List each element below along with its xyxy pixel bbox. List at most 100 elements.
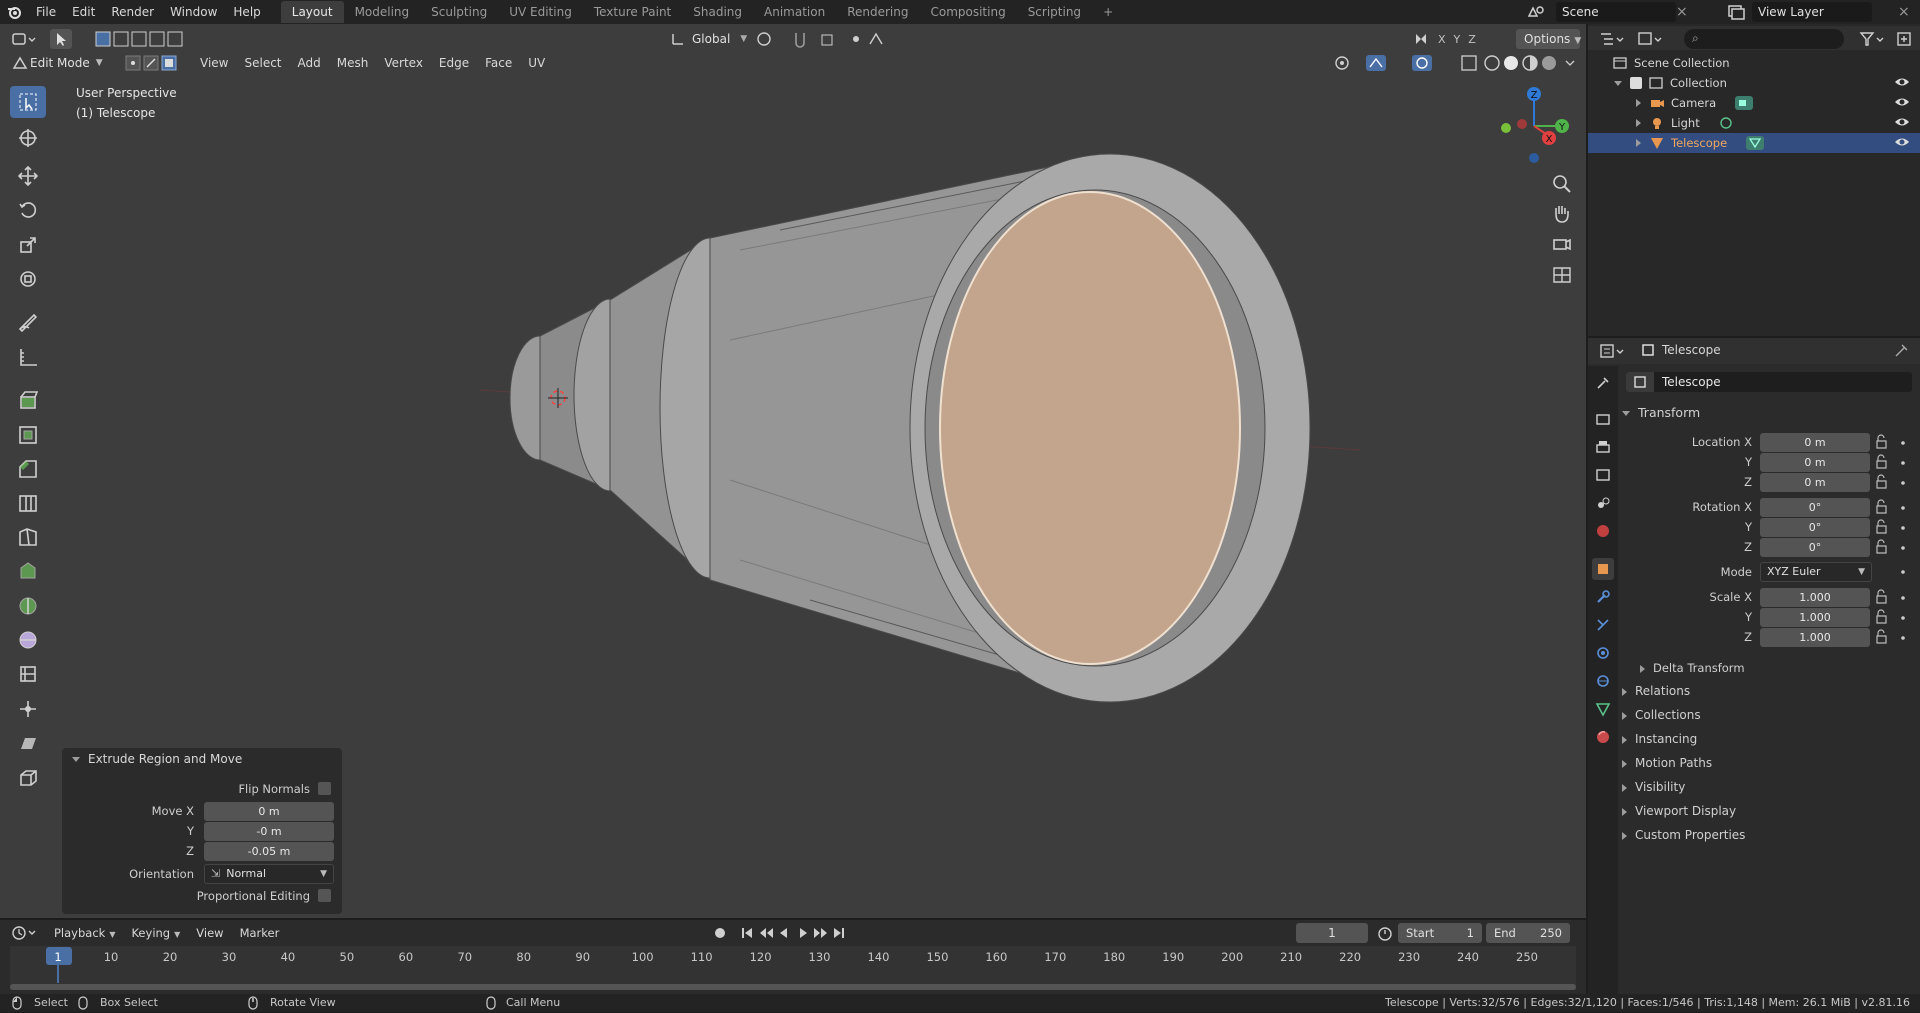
ortho-grid-icon[interactable]: [1548, 260, 1576, 288]
filter-icon[interactable]: [1858, 29, 1888, 49]
move-z-field[interactable]: -0.05 m: [204, 842, 334, 861]
select-box-tool[interactable]: [10, 86, 46, 118]
lock-icons[interactable]: [1874, 433, 1914, 649]
properties-editor-type-icon[interactable]: [1598, 341, 1628, 361]
tool-select-icon[interactable]: [50, 29, 72, 49]
options-dropdown[interactable]: Options ▼: [1516, 29, 1581, 49]
bevel-tool[interactable]: [10, 453, 46, 485]
location-x-field[interactable]: 0 m: [1760, 433, 1870, 452]
scale-x-field[interactable]: 1.000: [1760, 588, 1870, 607]
menu-edge[interactable]: Edge: [431, 53, 477, 73]
inset-tool[interactable]: [10, 419, 46, 451]
view-layer-close-icon[interactable]: ×: [1898, 4, 1910, 20]
tab-sculpting[interactable]: Sculpting: [420, 1, 498, 23]
eye-icon[interactable]: [1894, 75, 1910, 92]
menu-edit[interactable]: Edit: [64, 0, 103, 24]
location-y-field[interactable]: 0 m: [1760, 453, 1870, 472]
move-tool[interactable]: [10, 160, 46, 192]
move-x-field[interactable]: 0 m: [204, 802, 334, 821]
extrude-tool[interactable]: [10, 384, 46, 416]
output-properties-tab[interactable]: [1592, 436, 1614, 458]
playback-controls[interactable]: [710, 924, 860, 942]
knife-tool[interactable]: [10, 521, 46, 553]
navigation-gizmo[interactable]: Z Y X: [1494, 86, 1574, 166]
shrink-fatten-tool[interactable]: [10, 693, 46, 725]
eye-icon[interactable]: [1894, 95, 1910, 112]
eye-icon[interactable]: [1894, 135, 1910, 152]
outliner-row-collection[interactable]: Collection: [1614, 74, 1914, 92]
timeline-editor-type-icon[interactable]: [10, 924, 40, 942]
end-frame-field[interactable]: End 250: [1486, 923, 1570, 943]
tab-scripting[interactable]: Scripting: [1017, 1, 1092, 23]
pin-icon[interactable]: [1894, 342, 1910, 361]
outliner-row-light[interactable]: Light: [1636, 114, 1916, 132]
scale-tool[interactable]: [10, 229, 46, 261]
outliner-search-input[interactable]: ⌕: [1684, 29, 1844, 49]
operator-panel-header[interactable]: Extrude Region and Move: [72, 752, 242, 766]
pivot-snap-icons[interactable]: [752, 29, 892, 49]
physics-properties-tab[interactable]: [1592, 642, 1614, 664]
select-mode-icons[interactable]: [94, 29, 184, 49]
viewport-display-panel[interactable]: Viewport Display: [1622, 804, 1736, 818]
tab-modeling[interactable]: Modeling: [344, 1, 421, 23]
menu-file[interactable]: File: [28, 0, 64, 24]
location-z-field[interactable]: 0 m: [1760, 473, 1870, 492]
outliner-row-telescope-content[interactable]: Telescope: [1636, 134, 1916, 152]
axis-mirror-toggles[interactable]: X Y Z: [1412, 29, 1498, 49]
scene-icon[interactable]: [1524, 2, 1548, 22]
viewport-shading-controls[interactable]: [1330, 53, 1580, 73]
scene-close-icon[interactable]: ×: [1676, 4, 1688, 20]
measure-tool[interactable]: [10, 341, 46, 373]
menu-keying[interactable]: Keying ▼: [123, 924, 188, 942]
shear-tool[interactable]: [10, 727, 46, 759]
transform-panel-header[interactable]: Transform: [1622, 405, 1700, 420]
scale-z-field[interactable]: 1.000: [1760, 628, 1870, 647]
menu-timeline-view[interactable]: View: [188, 924, 231, 942]
selection-mode-buttons[interactable]: [124, 54, 182, 72]
object-properties-tab[interactable]: [1592, 558, 1614, 580]
view-layer-selector[interactable]: View Layer: [1752, 2, 1872, 22]
orientation-dropdown[interactable]: ⇲ Normal ▼: [204, 864, 334, 884]
current-frame-field[interactable]: 1: [1296, 923, 1368, 943]
axis-x-toggle[interactable]: X: [1438, 33, 1446, 46]
outliner-editor-type-icon[interactable]: [1598, 29, 1628, 49]
axis-z-toggle[interactable]: Z: [1468, 33, 1476, 46]
visibility-panel[interactable]: Visibility: [1622, 780, 1685, 794]
scene-selector[interactable]: Scene: [1556, 2, 1676, 22]
zoom-icon[interactable]: [1548, 170, 1576, 198]
editor-type-icon[interactable]: [10, 29, 40, 49]
object-browse-icon[interactable]: [1626, 372, 1654, 392]
rip-region-tool[interactable]: [10, 762, 46, 794]
telescope-mesh[interactable]: [480, 140, 1360, 710]
move-y-field[interactable]: -0 m: [204, 822, 334, 841]
annotate-tool[interactable]: [10, 306, 46, 338]
tab-rendering[interactable]: Rendering: [836, 1, 919, 23]
tool-properties-tab[interactable]: [1592, 372, 1614, 394]
edge-slide-tool[interactable]: [10, 658, 46, 690]
menu-select[interactable]: Select: [236, 53, 289, 73]
menu-render[interactable]: Render: [103, 0, 162, 24]
menu-view[interactable]: View: [192, 53, 236, 73]
custom-properties-panel[interactable]: Custom Properties: [1622, 828, 1745, 842]
menu-help[interactable]: Help: [225, 0, 268, 24]
view-layer-icon[interactable]: [1725, 2, 1747, 22]
pan-hand-icon[interactable]: [1548, 200, 1576, 228]
tab-compositing[interactable]: Compositing: [919, 1, 1016, 23]
cursor-tool[interactable]: [10, 122, 46, 154]
rotation-mode-dropdown[interactable]: XYZ Euler ▼: [1760, 562, 1872, 582]
menu-add[interactable]: Add: [290, 53, 329, 73]
scale-y-field[interactable]: 1.000: [1760, 608, 1870, 627]
mode-dropdown[interactable]: Edit Mode ▼: [10, 53, 118, 73]
menu-playback[interactable]: Playback ▼: [46, 924, 123, 942]
particles-properties-tab[interactable]: [1592, 614, 1614, 636]
tab-uv-editing[interactable]: UV Editing: [498, 1, 583, 23]
data-properties-tab[interactable]: [1592, 698, 1614, 720]
stopwatch-icon[interactable]: [1376, 924, 1394, 945]
tab-layout[interactable]: Layout: [280, 1, 344, 23]
world-properties-tab[interactable]: [1592, 520, 1614, 542]
axis-y-toggle[interactable]: Y: [1454, 33, 1461, 46]
new-collection-icon[interactable]: [1894, 29, 1916, 49]
rotation-x-field[interactable]: 0°: [1760, 498, 1870, 517]
spin-tool[interactable]: [10, 590, 46, 622]
view-layer-properties-tab[interactable]: [1592, 464, 1614, 486]
